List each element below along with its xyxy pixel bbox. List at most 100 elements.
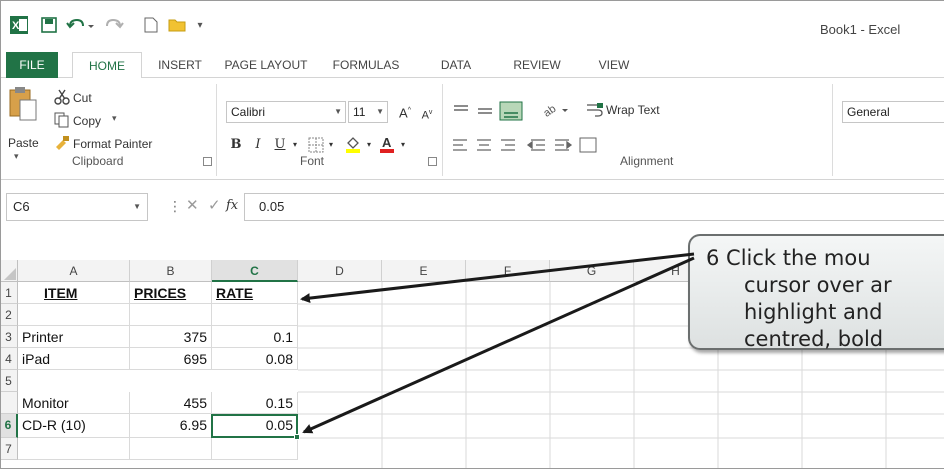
formula-input[interactable]: 0.05 bbox=[244, 193, 944, 221]
borders-dropdown-icon[interactable]: ▾ bbox=[326, 135, 336, 155]
ribbon-separator bbox=[216, 84, 217, 176]
more-options-icon[interactable]: ⋮ bbox=[168, 196, 182, 216]
open-folder-icon[interactable] bbox=[166, 14, 188, 36]
orientation-icon[interactable]: ab bbox=[540, 100, 570, 122]
column-header-d[interactable]: D bbox=[298, 260, 382, 282]
cell-b5[interactable]: 455 bbox=[130, 392, 212, 414]
tab-file[interactable]: FILE bbox=[6, 52, 58, 78]
tab-formulas[interactable]: FORMULAS bbox=[318, 52, 414, 78]
redo-icon[interactable] bbox=[102, 14, 136, 36]
cancel-icon[interactable]: ✕ bbox=[186, 196, 202, 216]
underline-dropdown-icon[interactable]: ▾ bbox=[290, 135, 300, 155]
row-header-3[interactable]: 3 bbox=[0, 326, 18, 348]
tab-page-layout[interactable]: PAGE LAYOUT bbox=[216, 52, 316, 78]
row-header-1[interactable]: 1 bbox=[0, 282, 18, 304]
row-header-5[interactable]: 5 bbox=[0, 370, 18, 392]
cell-c2[interactable] bbox=[212, 304, 298, 326]
paste-icon[interactable] bbox=[8, 86, 38, 126]
cell-c5[interactable]: 0.15 bbox=[212, 392, 298, 414]
cell-c1[interactable]: RATE bbox=[212, 282, 298, 304]
alignment-group-label: Alignment bbox=[620, 154, 674, 168]
cell-a2[interactable] bbox=[18, 304, 130, 326]
svg-text:A: A bbox=[382, 135, 392, 150]
clipboard-launcher-icon[interactable] bbox=[203, 157, 212, 166]
save-icon[interactable] bbox=[38, 14, 60, 36]
fill-color-dropdown-icon[interactable]: ▾ bbox=[364, 135, 374, 155]
customize-icon[interactable]: ▾ bbox=[192, 14, 208, 36]
tab-review[interactable]: REVIEW bbox=[500, 52, 574, 78]
cell-a5[interactable]: Monitor bbox=[18, 392, 130, 414]
italic-button[interactable]: I bbox=[250, 135, 266, 155]
chevron-down-icon: ▼ bbox=[376, 107, 384, 116]
cell-b3[interactable]: 375 bbox=[130, 326, 212, 348]
enter-icon[interactable]: ✓ bbox=[208, 196, 224, 216]
fill-color-icon[interactable] bbox=[344, 135, 362, 153]
cell-c7[interactable] bbox=[212, 438, 298, 460]
paste-dropdown-icon[interactable]: ▾ bbox=[14, 151, 19, 162]
active-cell-selection bbox=[211, 414, 298, 438]
wrap-text-button[interactable]: Wrap Text bbox=[606, 103, 660, 117]
column-header-c[interactable]: C bbox=[212, 260, 298, 282]
column-header-e[interactable]: E bbox=[382, 260, 466, 282]
font-size-combo[interactable]: 11 ▼ bbox=[348, 101, 388, 123]
row-header-6[interactable]: 6 bbox=[0, 414, 18, 438]
scissors-icon bbox=[54, 89, 70, 105]
number-format-combo[interactable]: General bbox=[842, 101, 944, 123]
cell-a7[interactable] bbox=[18, 438, 130, 460]
fill-handle[interactable] bbox=[294, 434, 300, 440]
row-header-4[interactable]: 4 bbox=[0, 348, 18, 370]
cell-c4[interactable]: 0.08 bbox=[212, 348, 298, 370]
insert-function-button[interactable]: fx bbox=[226, 196, 242, 216]
new-file-icon[interactable] bbox=[140, 14, 162, 36]
name-box[interactable]: C6 ▼ bbox=[6, 193, 148, 221]
font-color-icon[interactable]: A bbox=[378, 135, 396, 153]
number-format-value: General bbox=[847, 105, 890, 119]
font-name-value: Calibri bbox=[231, 105, 266, 119]
clipboard-group-label: Clipboard bbox=[72, 154, 124, 168]
cell-a6[interactable]: CD-R (10) bbox=[18, 414, 130, 438]
chevron-down-icon[interactable]: ▼ bbox=[133, 194, 141, 220]
font-group-label: Font bbox=[300, 154, 325, 168]
name-box-value: C6 bbox=[13, 199, 30, 214]
paste-button[interactable]: Paste bbox=[8, 136, 39, 150]
column-header-f[interactable]: F bbox=[466, 260, 550, 282]
copy-dropdown-icon[interactable]: ▾ bbox=[112, 113, 117, 124]
cell-b1[interactable]: PRICES bbox=[130, 282, 212, 304]
format-painter-button[interactable]: Format Painter bbox=[73, 137, 152, 151]
tab-home[interactable]: HOME bbox=[72, 52, 142, 79]
cell-b2[interactable] bbox=[130, 304, 212, 326]
font-size-value: 11 bbox=[353, 105, 366, 119]
copy-icon bbox=[54, 112, 70, 128]
undo-icon[interactable] bbox=[64, 14, 98, 36]
cut-button[interactable]: Cut bbox=[73, 91, 92, 105]
column-header-a[interactable]: A bbox=[18, 260, 130, 282]
shrink-font-button[interactable]: Av bbox=[418, 103, 436, 123]
bold-button[interactable]: B bbox=[228, 135, 244, 155]
copy-button[interactable]: Copy bbox=[73, 114, 101, 128]
borders-icon[interactable] bbox=[308, 137, 324, 153]
font-launcher-icon[interactable] bbox=[428, 157, 437, 166]
select-all-button[interactable] bbox=[0, 260, 18, 282]
callout-line-4: centred, bold bbox=[744, 327, 884, 351]
tab-data[interactable]: DATA bbox=[424, 52, 488, 78]
grow-font-button[interactable]: A^ bbox=[396, 101, 414, 121]
cell-c3[interactable]: 0.1 bbox=[212, 326, 298, 348]
excel-logo-icon[interactable]: X bbox=[8, 14, 30, 36]
row-header-2[interactable]: 2 bbox=[0, 304, 18, 326]
font-name-combo[interactable]: Calibri ▼ bbox=[226, 101, 346, 123]
horizontal-align-buttons bbox=[450, 136, 630, 156]
cell-a3[interactable]: Printer bbox=[18, 326, 130, 348]
cell-a4[interactable]: iPad bbox=[18, 348, 130, 370]
cell-a1[interactable]: ITEM bbox=[18, 282, 130, 304]
underline-button[interactable]: U bbox=[272, 135, 288, 155]
column-header-b[interactable]: B bbox=[130, 260, 212, 282]
font-color-dropdown-icon[interactable]: ▾ bbox=[398, 135, 408, 155]
callout-line-3: highlight and bbox=[744, 300, 883, 324]
row-header-7[interactable]: 7 bbox=[0, 438, 18, 460]
cell-b4[interactable]: 695 bbox=[130, 348, 212, 370]
tab-insert[interactable]: INSERT bbox=[150, 52, 210, 78]
cell-b6[interactable]: 6.95 bbox=[130, 414, 212, 438]
column-header-g[interactable]: G bbox=[550, 260, 634, 282]
tab-view[interactable]: VIEW bbox=[586, 52, 642, 78]
cell-b7[interactable] bbox=[130, 438, 212, 460]
